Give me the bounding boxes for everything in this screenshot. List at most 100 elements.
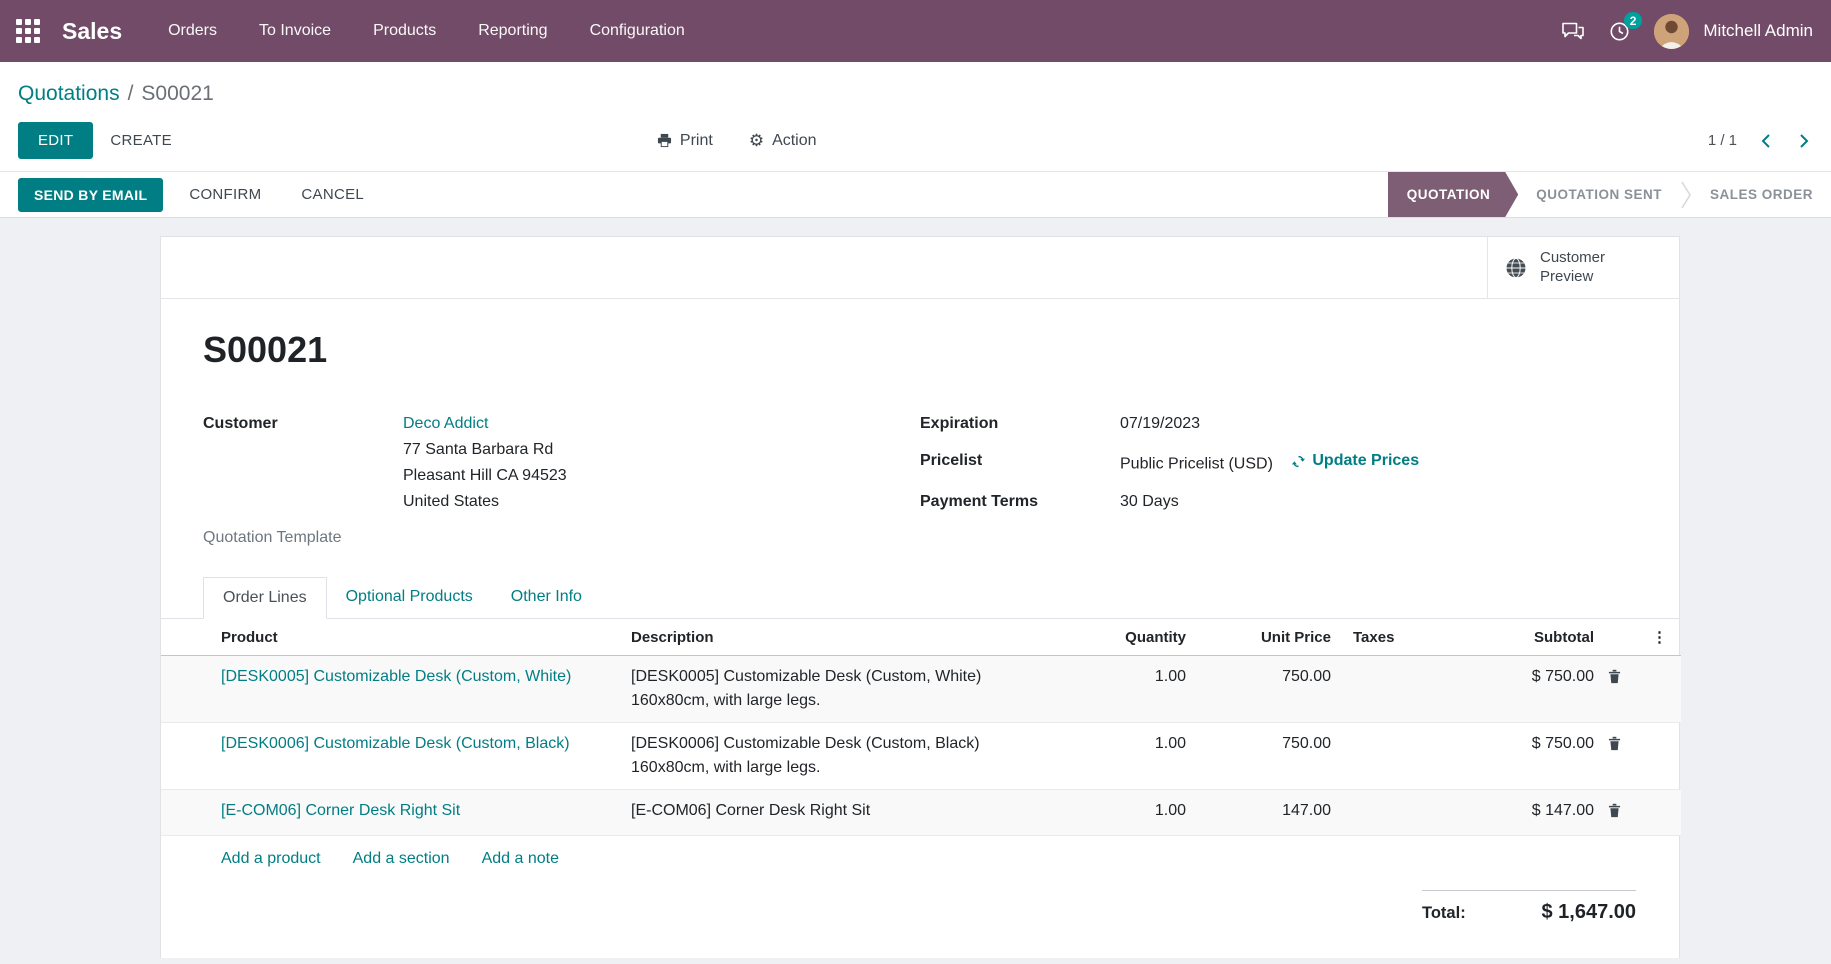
main-menu: Orders To Invoice Products Reporting Con…: [168, 16, 685, 46]
avatar[interactable]: [1654, 14, 1689, 49]
nav-item-reporting[interactable]: Reporting: [478, 16, 547, 46]
line-description: [DESK0005] Customizable Desk (Custom, Wh…: [631, 656, 1051, 723]
edit-button[interactable]: EDIT: [18, 122, 93, 159]
messages-icon[interactable]: [1561, 21, 1585, 42]
chevron-left-icon: [1761, 133, 1771, 149]
nav-item-orders[interactable]: Orders: [168, 16, 217, 46]
control-panel: Quotations / S00021 EDIT CREATE Print ⚙ Ac…: [0, 62, 1831, 172]
nav-item-to-invoice[interactable]: To Invoice: [259, 16, 331, 46]
customer-preview-button[interactable]: Customer Preview: [1487, 237, 1679, 298]
form-statusbar: SEND BY EMAIL CONFIRM CANCEL QUOTATION Q…: [0, 172, 1831, 218]
field-group: Customer Deco Addict 77 Santa Barbara Rd…: [203, 411, 1637, 547]
trash-icon: [1608, 669, 1621, 684]
delete-line-button[interactable]: [1594, 656, 1634, 723]
status-separator-icon: [1680, 172, 1692, 217]
top-navbar: Sales Orders To Invoice Products Reporti…: [0, 0, 1831, 62]
chevron-right-icon: [1799, 133, 1809, 149]
col-product[interactable]: Product: [221, 619, 631, 656]
activity-badge: 2: [1624, 12, 1643, 29]
status-quotation[interactable]: QUOTATION: [1388, 172, 1519, 217]
globe-icon: [1504, 256, 1528, 280]
breadcrumb: Quotations / S00021: [18, 82, 1813, 106]
order-line-row[interactable]: [E-COM06] Corner Desk Right Sit [E-COM06…: [161, 790, 1681, 836]
line-taxes: [1331, 790, 1491, 836]
status-sales-order[interactable]: SALES ORDER: [1692, 172, 1831, 217]
add-a-product-link[interactable]: Add a product: [221, 850, 321, 868]
order-line-row[interactable]: [DESK0005] Customizable Desk (Custom, Wh…: [161, 656, 1681, 723]
breadcrumb-quotations[interactable]: Quotations: [18, 82, 120, 105]
payment-terms-label: Payment Terms: [920, 489, 1120, 515]
customer-address-line: Pleasant Hill CA 94523: [403, 463, 567, 489]
gear-icon: ⚙: [749, 132, 764, 149]
print-button[interactable]: Print: [657, 132, 713, 150]
col-unit-price[interactable]: Unit Price: [1186, 619, 1331, 656]
navbar-systray: 2 Mitchell Admin: [1561, 14, 1813, 49]
expiration-value: 07/19/2023: [1120, 411, 1200, 437]
product-link[interactable]: [DESK0006] Customizable Desk (Custom, Bl…: [221, 735, 570, 752]
order-lines-table: Product Description Quantity Unit Price …: [161, 619, 1681, 836]
col-taxes[interactable]: Taxes: [1331, 619, 1491, 656]
delete-line-button[interactable]: [1594, 723, 1634, 790]
pager-count: 1 / 1: [1708, 132, 1737, 149]
pager-previous-button[interactable]: [1757, 129, 1775, 153]
confirm-button[interactable]: CONFIRM: [175, 178, 275, 211]
nav-item-configuration[interactable]: Configuration: [590, 16, 685, 46]
cancel-button[interactable]: CANCEL: [287, 178, 378, 211]
line-description: [E-COM06] Corner Desk Right Sit: [631, 790, 1051, 836]
notebook-tabs: Order Lines Optional Products Other Info: [161, 577, 1679, 619]
refresh-icon: [1291, 454, 1306, 469]
breadcrumb-separator: /: [128, 82, 134, 105]
user-name[interactable]: Mitchell Admin: [1703, 21, 1813, 41]
line-subtotal: $ 750.00: [1491, 656, 1594, 723]
quotation-template-label: Quotation Template: [203, 529, 920, 547]
line-description: [DESK0006] Customizable Desk (Custom, Bl…: [631, 723, 1051, 790]
action-menu-button[interactable]: ⚙ Action: [749, 132, 817, 150]
tab-optional-products[interactable]: Optional Products: [327, 577, 492, 619]
col-subtotal[interactable]: Subtotal: [1491, 619, 1594, 656]
line-quantity: 1.00: [1051, 723, 1186, 790]
optional-columns-icon[interactable]: ⋮: [1634, 619, 1681, 656]
product-link[interactable]: [E-COM06] Corner Desk Right Sit: [221, 802, 460, 819]
activities-icon[interactable]: 2: [1609, 21, 1630, 42]
add-a-note-link[interactable]: Add a note: [482, 850, 559, 868]
tab-order-lines[interactable]: Order Lines: [203, 577, 327, 619]
col-quantity[interactable]: Quantity: [1051, 619, 1186, 656]
customer-link[interactable]: Deco Addict: [403, 415, 488, 432]
apps-menu-icon[interactable]: [16, 19, 40, 43]
product-link[interactable]: [DESK0005] Customizable Desk (Custom, Wh…: [221, 668, 571, 685]
send-by-email-button[interactable]: SEND BY EMAIL: [18, 178, 163, 212]
quotation-title: S00021: [203, 329, 1637, 371]
create-button[interactable]: CREATE: [93, 123, 189, 158]
button-box: Customer Preview: [161, 237, 1679, 299]
form-view-content: Customer Preview S00021 Customer Deco Ad…: [0, 218, 1831, 958]
trash-icon: [1608, 736, 1621, 751]
payment-terms-value: 30 Days: [1120, 489, 1179, 515]
line-quantity: 1.00: [1051, 790, 1186, 836]
pricelist-label: Pricelist: [920, 448, 1120, 478]
nav-item-products[interactable]: Products: [373, 16, 436, 46]
update-prices-button[interactable]: Update Prices: [1291, 448, 1419, 474]
totals-footer: Total: $ 1,647.00: [1422, 890, 1636, 924]
tab-other-info[interactable]: Other Info: [492, 577, 601, 619]
line-unit-price: 750.00: [1186, 723, 1331, 790]
line-quantity: 1.00: [1051, 656, 1186, 723]
quotation-form-sheet: Customer Preview S00021 Customer Deco Ad…: [160, 236, 1680, 958]
line-taxes: [1331, 656, 1491, 723]
delete-line-button[interactable]: [1594, 790, 1634, 836]
status-quotation-sent[interactable]: QUOTATION SENT: [1518, 172, 1680, 217]
breadcrumb-current: S00021: [141, 82, 213, 105]
add-a-section-link[interactable]: Add a section: [353, 850, 450, 868]
pager-next-button[interactable]: [1795, 129, 1813, 153]
line-subtotal: $ 147.00: [1491, 790, 1594, 836]
app-name[interactable]: Sales: [62, 18, 122, 45]
col-description[interactable]: Description: [631, 619, 1051, 656]
line-subtotal: $ 750.00: [1491, 723, 1594, 790]
table-header-row: Product Description Quantity Unit Price …: [161, 619, 1681, 656]
trash-icon: [1608, 803, 1621, 818]
printer-icon: [657, 133, 672, 148]
order-line-row[interactable]: [DESK0006] Customizable Desk (Custom, Bl…: [161, 723, 1681, 790]
pricelist-value: Public Pricelist (USD): [1120, 456, 1273, 473]
list-add-links: Add a product Add a section Add a note: [161, 836, 1679, 882]
customer-address-line: 77 Santa Barbara Rd: [403, 437, 567, 463]
line-unit-price: 750.00: [1186, 656, 1331, 723]
